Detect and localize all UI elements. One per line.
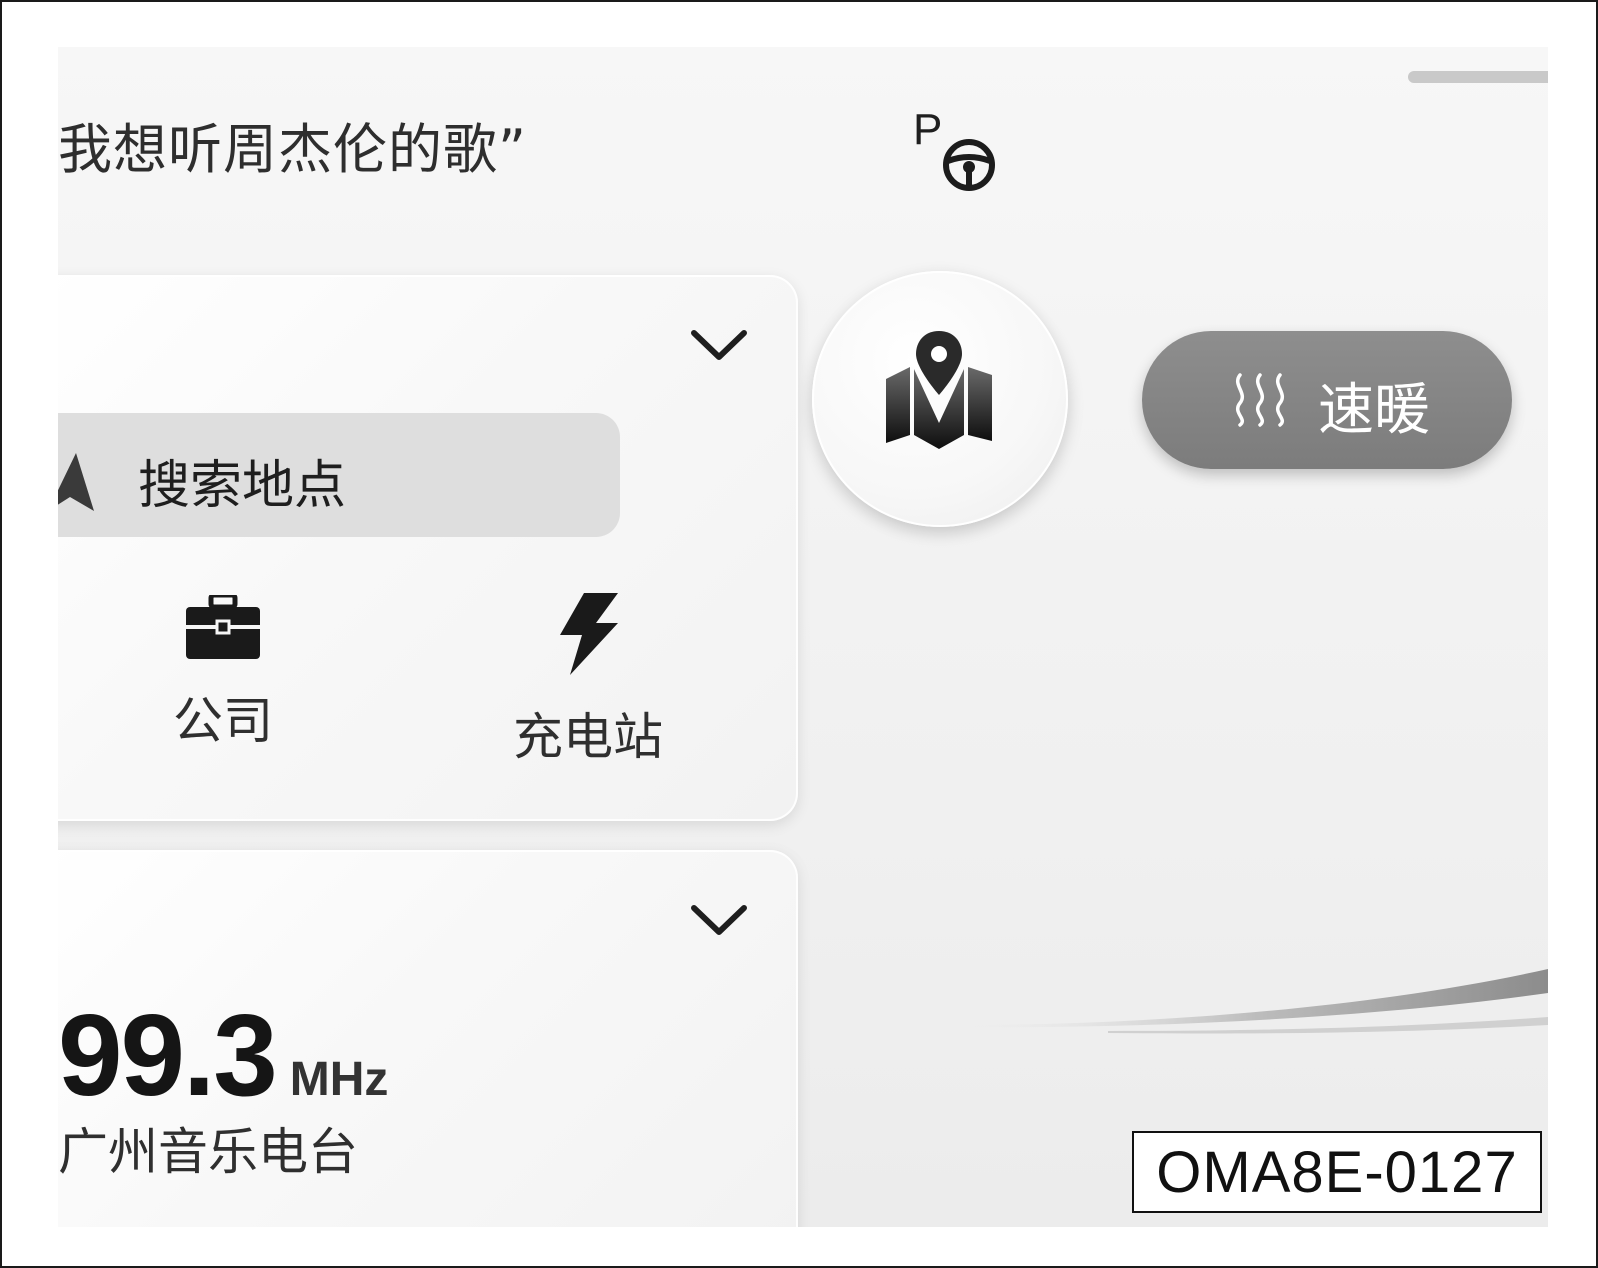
frequency-unit: MHz xyxy=(289,1053,389,1106)
briefcase-icon xyxy=(186,592,260,659)
station-name: 广州音乐电台 xyxy=(58,1123,358,1181)
heat-waves-icon xyxy=(1236,373,1284,427)
steering-wheel-icon xyxy=(943,139,995,191)
voice-assistant-hint: 我想听周杰伦的歌” xyxy=(58,118,527,181)
chevron-down-icon[interactable] xyxy=(690,327,748,363)
quick-heat-button[interactable]: 速暖 xyxy=(1142,331,1512,469)
chevron-down-icon[interactable] xyxy=(690,902,748,938)
map-pin-icon xyxy=(886,331,992,449)
navigation-arrow-icon xyxy=(58,453,94,511)
shortcut-charging-station[interactable]: 充电站 xyxy=(488,593,688,769)
search-placeholder: 搜索地点 xyxy=(138,456,347,516)
figure-frame: 我想听周杰伦的歌” P 搜索地点 公司 充电站 99.3 MHz 广州音乐电台 … xyxy=(0,0,1598,1268)
navigation-card: 搜索地点 公司 充电站 xyxy=(58,275,798,821)
gear-letter: P xyxy=(913,105,943,154)
radio-frequency: 99.3 MHz xyxy=(58,988,388,1122)
shortcut-charging-label: 充电站 xyxy=(513,708,663,766)
frequency-value: 99.3 xyxy=(58,990,278,1120)
quick-heat-label: 速暖 xyxy=(1318,378,1430,443)
search-bar[interactable]: 搜索地点 xyxy=(58,413,620,537)
decorative-swoosh xyxy=(958,969,1548,1034)
radio-card: 99.3 MHz 广州音乐电台 xyxy=(58,850,798,1227)
map-button[interactable] xyxy=(812,271,1068,527)
shortcut-company-label: 公司 xyxy=(173,692,273,750)
figure-code-label: OMA8E-0127 xyxy=(1132,1131,1542,1213)
gear-status-indicator: P xyxy=(913,105,1013,191)
lightning-bolt-icon xyxy=(560,593,618,675)
infotainment-screen: 我想听周杰伦的歌” P 搜索地点 公司 充电站 99.3 MHz 广州音乐电台 … xyxy=(58,47,1548,1227)
pull-down-handle[interactable] xyxy=(1408,71,1548,83)
shortcut-company[interactable]: 公司 xyxy=(133,592,313,753)
